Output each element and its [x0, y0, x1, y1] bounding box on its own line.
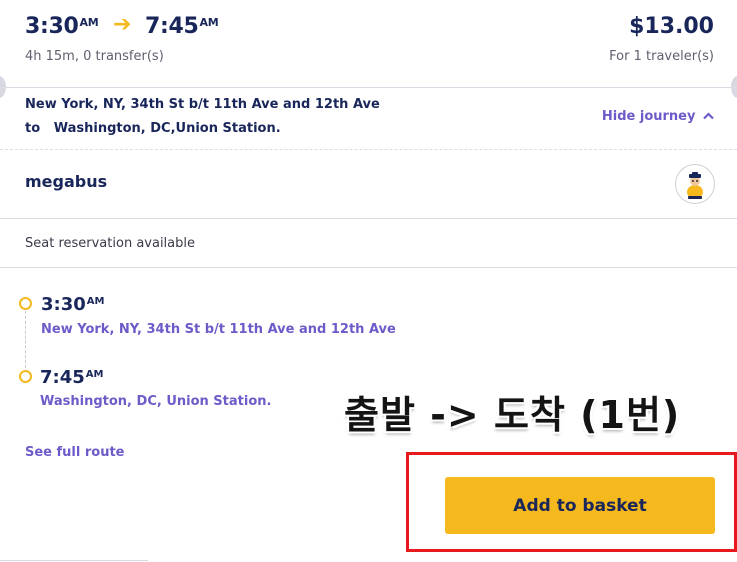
stop-dot-icon: [19, 297, 32, 310]
stop-time: 7:45AM: [40, 367, 104, 388]
carrier-name: megabus: [25, 172, 108, 191]
stop-name: New York, NY, 34th St b/t 11th Ave and 1…: [41, 322, 396, 337]
see-full-route-link[interactable]: See full route: [25, 445, 125, 460]
route-destination: to Washington, DC,Union Station.: [25, 121, 281, 136]
trip-duration: 4h 15m, 0 transfer(s): [25, 49, 164, 64]
hide-journey-button[interactable]: Hide journey: [602, 109, 714, 124]
divider: [0, 267, 737, 268]
timeline-line: [25, 311, 26, 368]
stop-name: Washington, DC, Union Station.: [40, 394, 272, 409]
trip-price: $13.00: [629, 14, 714, 39]
annotation-caption: 출발 -> 도착 (1번): [344, 393, 681, 437]
megabus-mascot-icon: [675, 164, 715, 204]
stop-time: 3:30AM: [41, 294, 105, 315]
add-to-basket-button[interactable]: Add to basket: [445, 477, 715, 534]
arrival-time: 7:45AM: [145, 14, 219, 39]
seat-reservation-note: Seat reservation available: [25, 236, 195, 251]
divider: [0, 560, 148, 561]
arrow-right-icon: ➔: [113, 12, 132, 37]
traveler-count: For 1 traveler(s): [609, 49, 714, 64]
route-origin: New York, NY, 34th St b/t 11th Ave and 1…: [25, 97, 380, 112]
stop-dot-icon: [19, 370, 32, 383]
divider: [0, 149, 737, 150]
hide-journey-label: Hide journey: [601, 109, 696, 124]
departure-time: 3:30AM: [25, 14, 99, 39]
divider: [0, 87, 737, 88]
divider: [0, 218, 737, 219]
chevron-up-icon: [703, 109, 714, 124]
